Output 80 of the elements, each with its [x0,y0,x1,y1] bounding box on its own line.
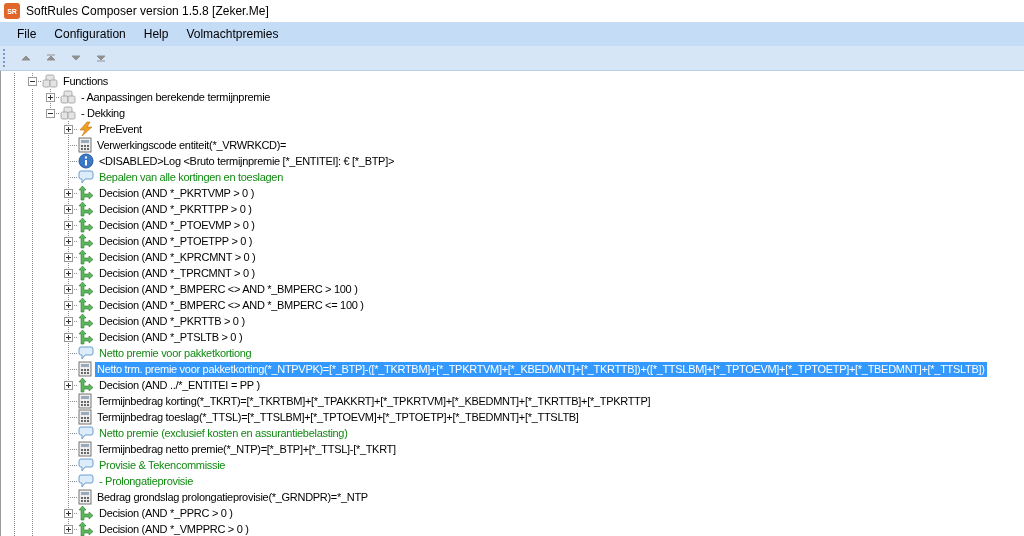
toolbar-grip [3,48,6,68]
tree-item[interactable]: Decision (AND *_BMPERC <> AND *_BMPERC > 100 ) [97,281,360,297]
info-icon [78,153,94,169]
expander-toggle[interactable] [64,189,73,198]
calculator-icon [78,409,92,425]
tree-item[interactable]: Bepalen van alle kortingen en toeslagen [97,169,285,185]
calculator-icon [78,361,92,377]
branch-arrow-icon [78,233,94,249]
tree-item[interactable]: Termijnbedrag toeslag(*_TTSL)=[*_TTSLBM]+[*_TPTOEVM]+[*_TPTOETP]+[*_TBEDMNT]+[*_TTSLTB] [95,409,581,425]
branch-arrow-icon [78,377,94,393]
tree-item[interactable]: <DISABLED>Log <Bruto termijnpremie [*_ENTITEI]: € [*_BTP]> [97,153,397,169]
tree-item[interactable]: Netto premie voor pakketkortiong [97,345,254,361]
tree-item[interactable]: Decision (AND *_PPRC > 0 ) [97,505,235,521]
branch-arrow-icon [78,217,94,233]
expander-toggle[interactable] [64,381,73,390]
expander-toggle[interactable] [64,301,73,310]
branch-arrow-icon [78,185,94,201]
menu-item[interactable]: Volmachtpremies [177,24,288,44]
expander-toggle[interactable] [64,253,73,262]
expander-toggle[interactable] [64,333,73,342]
speech-bubble-icon [78,426,94,440]
tree-item[interactable]: Decision (AND *_TPRCMNT > 0 ) [97,265,257,281]
tree-item[interactable]: Decision (AND *_VMPPRC > 0 ) [97,521,251,536]
menu-item[interactable]: Help [134,24,178,44]
branch-arrow-icon [78,329,94,345]
branch-arrow-icon [78,281,94,297]
speech-bubble-icon [78,458,94,472]
menu-item[interactable]: Configuration [45,24,135,44]
expander-toggle[interactable] [64,285,73,294]
tree-item[interactable]: Decision (AND *_PKRTTB > 0 ) [97,313,247,329]
expander-toggle[interactable] [64,125,73,134]
expander-toggle[interactable] [64,269,73,278]
speech-bubble-icon [78,346,94,360]
expander-toggle[interactable] [64,509,73,518]
tree-item[interactable]: - Prolongatieprovisie [97,473,195,489]
window-title: SoftRules Composer version 1.5.8 [Zeker.Me] [26,4,269,18]
menu-item[interactable]: File [8,24,46,44]
expander-toggle[interactable] [64,221,73,230]
calculator-icon [78,393,92,409]
tree-item[interactable]: Decision (AND *_KPRCMNT > 0 ) [97,249,258,265]
speech-bubble-icon [78,170,94,184]
expander-toggle[interactable] [64,237,73,246]
tree-item[interactable]: - Dekking [79,105,127,121]
tree-item[interactable]: Decision (AND *_BMPERC <> AND *_BMPERC <= 100 ) [97,297,366,313]
expander-toggle[interactable] [46,109,55,118]
branch-arrow-icon [78,297,94,313]
expander-toggle[interactable] [46,93,55,102]
calculator-icon [78,489,92,505]
tree-item[interactable]: Decision (AND *_PTOETPP > 0 ) [97,233,255,249]
branch-arrow-icon [78,265,94,281]
tree-item[interactable]: Decision (AND *_PKRTTPP > 0 ) [97,201,254,217]
calculator-icon [78,441,92,457]
calculator-icon [78,137,92,153]
tree-item[interactable]: Termijnbedrag netto premie(*_NTP)=[*_BTP]+[*_TTSL]-[*_TKRT] [95,441,398,457]
lightning-icon [78,121,94,137]
expander-toggle[interactable] [64,205,73,214]
tree-item[interactable]: Termijnbedrag korting(*_TKRT)=[*_TKRTBM]+[*_TPAKKRT]+[*_TPKRTVM]+[*_KBEDMNT]+[*_TKRTTB]+[*_TPKRTTP] [95,393,653,409]
branch-arrow-icon [78,201,94,217]
tree-item[interactable]: Bedrag grondslag prolongatieprovisie(*_GRNDPR)=*_NTP [95,489,370,505]
tree-item[interactable]: Decision (AND *_PTSLTB > 0 ) [97,329,245,345]
tree-item[interactable]: Provisie & Tekencommissie [97,457,228,473]
branch-arrow-icon [78,505,94,521]
branch-arrow-icon [78,249,94,265]
tree-item[interactable]: Decision (AND *_PKRTVMP > 0 ) [97,185,257,201]
tree-item[interactable]: Netto premie (exclusief kosten en assurantiebelasting) [97,425,350,441]
tree-item[interactable]: Decision (AND *_PTOEVMP > 0 ) [97,217,257,233]
branch-arrow-icon [78,521,94,536]
cubes-icon [42,74,58,88]
expander-toggle[interactable] [64,317,73,326]
tree-item[interactable]: Decision (AND ../*_ENTITEI = PP ) [97,377,262,393]
speech-bubble-icon [78,474,94,488]
tree-item[interactable]: Functions [61,73,110,89]
cubes-icon [60,90,76,104]
tree-item[interactable]: - Aanpassingen berekende termijnpremie [79,89,273,105]
expander-toggle[interactable] [64,525,73,534]
tree-item[interactable]: PreEvent [97,121,144,137]
tree-item[interactable]: Verwerkingscode entiteit(*_VRWRKCD)= [95,137,289,153]
cubes-icon [60,106,76,120]
expander-toggle[interactable] [28,77,37,86]
branch-arrow-icon [78,313,94,329]
